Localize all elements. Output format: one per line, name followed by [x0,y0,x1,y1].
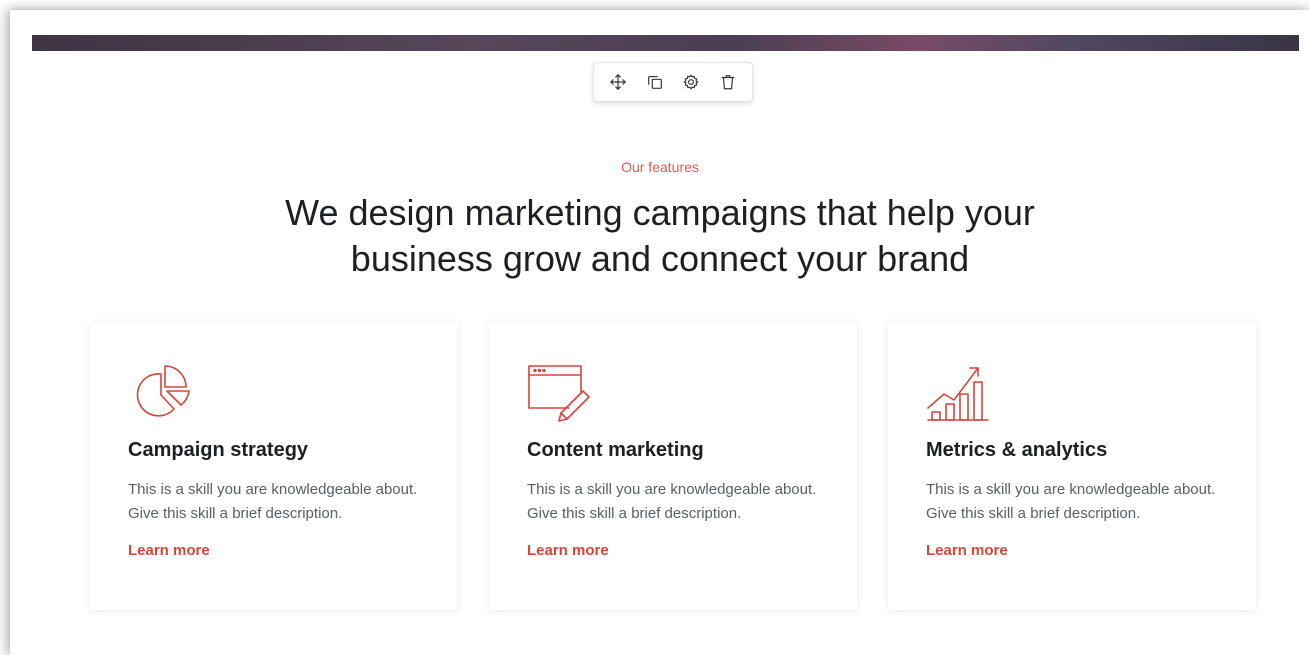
card-title: Metrics & analytics [926,439,1108,461]
duplicate-button[interactable] [639,66,671,98]
feature-card-metrics-analytics: Metrics & analytics This is a skill you … [888,322,1256,610]
pie-chart-icon [136,365,190,417]
browser-pencil-icon [528,365,590,422]
feature-cards: Campaign strategy This is a skill you ar… [90,322,1260,610]
growth-chart-icon [927,367,989,421]
settings-button[interactable] [675,66,707,98]
learn-more-link[interactable]: Learn more [926,542,1008,559]
learn-more-link[interactable]: Learn more [527,542,609,559]
card-title: Campaign strategy [128,439,309,461]
move-button[interactable] [602,66,634,98]
page-frame: Our features We design marketing campaig… [10,10,1310,655]
card-description: This is a skill you are knowledgeable ab… [926,481,1216,522]
trash-icon [721,75,735,90]
move-icon [610,74,627,90]
card-description: This is a skill you are knowledgeable ab… [128,481,418,522]
delete-button[interactable] [712,66,744,98]
section-toolbar [593,62,753,102]
gear-icon [683,74,699,90]
section-eyebrow: Our features [621,159,699,175]
hero-image-strip [32,35,1299,51]
duplicate-icon [647,76,662,89]
feature-card-content-marketing: Content marketing This is a skill you ar… [489,322,857,610]
card-description: This is a skill you are knowledgeable ab… [527,481,817,522]
section-headline: We design marketing campaigns that help … [285,192,1035,279]
feature-card-campaign-strategy: Campaign strategy This is a skill you ar… [90,322,458,610]
learn-more-link[interactable]: Learn more [128,542,210,559]
card-title: Content marketing [527,439,704,461]
